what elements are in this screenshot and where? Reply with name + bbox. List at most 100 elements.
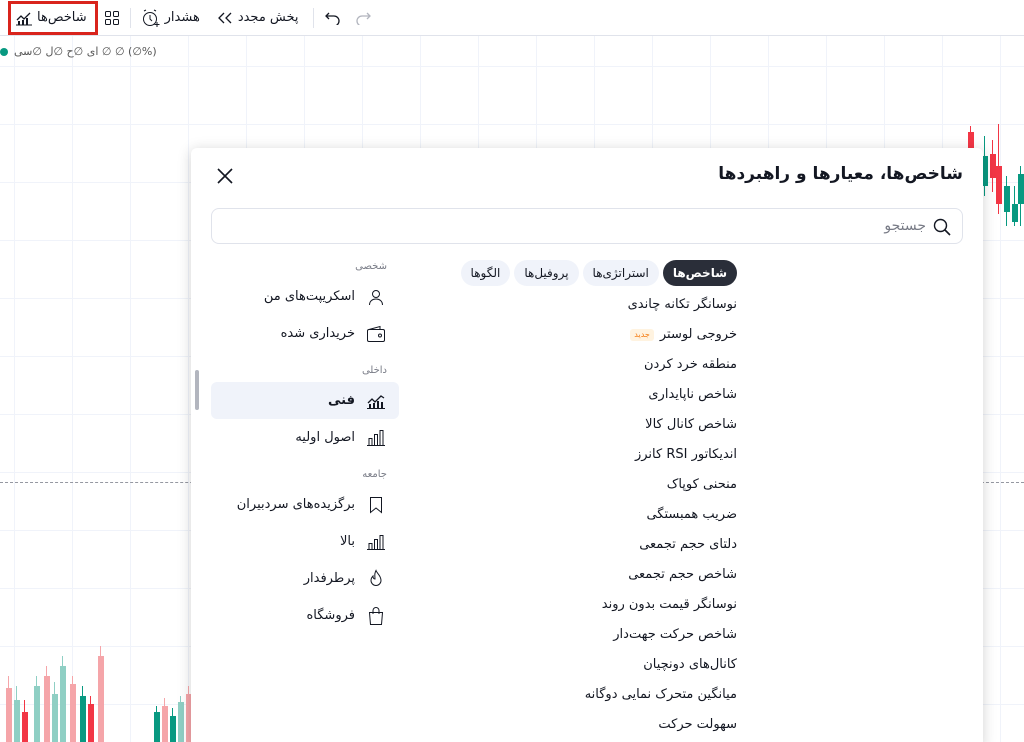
list-scrollbar[interactable] [195,370,199,410]
indicators-button[interactable]: شاخص‌ها [8,0,98,35]
indicators-label: شاخص‌ها [37,10,87,25]
list-item[interactable]: شاخص ناپایداری [437,380,737,410]
list-item[interactable]: شاخص کانال کالا [437,410,737,440]
search-icon [932,217,952,241]
replay-label: پخش مجدد [237,10,299,25]
list-item[interactable]: میانگین متحرک نمایی دوگانه [437,680,737,710]
candle-body [6,688,12,742]
candle-body [98,656,104,742]
top-toolbar: شاخص‌ها هشدار پخش مجدد [0,0,1024,36]
list-item-label: نوسانگر قیمت بدون روند [601,597,737,612]
nav-heading-personal: شخصی [355,261,387,272]
candle-body [88,704,94,742]
list-item[interactable]: شاخص حرکت جهت‌دار [437,620,737,650]
candle-body [22,712,28,742]
alert-button[interactable]: هشدار [135,4,210,32]
indicator-list: نوسانگر تکانه چاندی خروجی لوستر جدید منطق… [437,290,737,740]
wallet-icon [365,323,387,345]
list-item[interactable]: نوسانگر قیمت بدون روند [437,590,737,620]
nav-item-label: فنی [328,393,355,408]
nav-item-label: اصول اولیه [295,430,355,445]
candle-body [154,712,160,742]
candle-body [80,696,86,742]
dialog-title: شاخص‌ها، معیارها و راهبردها [718,164,963,184]
candle-body [44,676,50,742]
nav-item-label: فروشگاه [306,608,355,623]
indicators-dialog: شاخص‌ها، معیارها و راهبردها شخصی اسکریپت… [191,148,983,742]
candle-body [170,716,176,742]
undo-button[interactable] [318,4,348,32]
list-item-label: منطقه خرد کردن [643,357,737,372]
list-item[interactable]: نوسانگر تکانه چاندی [437,290,737,320]
nav-item-purchased[interactable]: خریداری شده [211,315,399,352]
candle-body [996,166,1002,204]
layout-grid-button[interactable] [98,4,126,32]
list-item-label: شاخص حجم تجمعی [628,567,737,582]
bar-chart-icon [365,427,387,449]
rewind-icon [216,11,234,25]
flame-icon [365,568,387,590]
grid-icon [104,10,120,26]
list-item-label: میانگین متحرک نمایی دوگانه [584,687,737,702]
nav-heading-builtin: داخلی [361,365,387,376]
tab-patterns[interactable]: الگوها [460,260,511,286]
nav-item-label: بالا [340,534,355,549]
toolbar-divider [129,7,131,28]
alert-label: هشدار [164,10,200,25]
ohlc-values: ای ∅ح ∅ل ∅سی ∅ ∅ (∅%) [14,45,157,58]
redo-button[interactable] [348,4,378,32]
tab-strategies[interactable]: استراتژی‌ها [582,260,659,286]
nav-item-store[interactable]: فروشگاه [211,597,399,634]
nav-item-label: خریداری شده [280,326,355,341]
candle-body [178,702,184,742]
tab-profiles[interactable]: پروفیل‌ها [514,260,579,286]
list-item[interactable]: منحنی کوپاک [437,470,737,500]
list-item-label: شاخص ناپایداری [648,387,737,402]
nav-item-top[interactable]: بالا [211,523,399,560]
indicators-icon [15,9,33,27]
bars-up-icon [365,531,387,553]
list-item[interactable]: کانال‌های دونچیان [437,650,737,680]
user-icon [365,286,387,308]
toolbar-divider [312,7,314,28]
nav-item-fundamentals[interactable]: اصول اولیه [211,419,399,456]
list-item[interactable]: دلتای حجم تجمعی [437,530,737,560]
candle-body [14,700,20,742]
nav-item-trending[interactable]: پرطرفدار [211,560,399,597]
list-item[interactable]: اندیکاتور RSI کانرز [437,440,737,470]
candle-body [162,706,168,742]
candle-body [34,686,40,742]
list-item-label: خروجی لوستر [659,327,737,342]
replay-button[interactable]: پخش مجدد [210,4,309,32]
candle-body [60,666,66,742]
status-dot-icon [0,48,8,56]
nav-item-label: برگزیده‌های سردبیران [236,497,355,512]
bookmark-icon [365,494,387,516]
close-button[interactable] [213,164,237,188]
candle-body [70,684,76,742]
nav-item-editors-picks[interactable]: برگزیده‌های سردبیران [211,486,399,523]
candle-body [52,694,58,742]
list-item-label: شاخص حرکت جهت‌دار [613,627,737,642]
candle-body [1004,186,1010,212]
redo-icon [354,11,372,25]
list-item-label: سهولت حرکت [658,717,737,732]
list-item[interactable]: ضریب همبستگی [437,500,737,530]
nav-heading-community: جامعه [362,469,387,480]
new-badge: جدید [630,329,654,341]
category-nav: شخصی اسکریپت‌های من خریداری شده داخلی فن… [211,256,399,634]
list-item[interactable]: شاخص حجم تجمعی [437,560,737,590]
list-item-label: نوسانگر تکانه چاندی [627,297,737,312]
tab-indicators[interactable]: شاخص‌ها [662,260,737,286]
search-input[interactable] [226,209,926,243]
technical-chart-icon [365,390,387,412]
undo-icon [324,11,342,25]
list-item-label: اندیکاتور RSI کانرز [634,447,737,462]
list-item[interactable]: سهولت حرکت [437,710,737,740]
nav-item-my-scripts[interactable]: اسکریپت‌های من [211,278,399,315]
list-item[interactable]: منطقه خرد کردن [437,350,737,380]
list-item[interactable]: خروجی لوستر جدید [437,320,737,350]
nav-item-technical[interactable]: فنی [211,382,399,419]
type-tabs: شاخص‌ها استراتژی‌ها پروفیل‌ها الگوها [457,260,737,286]
close-icon [213,168,237,192]
